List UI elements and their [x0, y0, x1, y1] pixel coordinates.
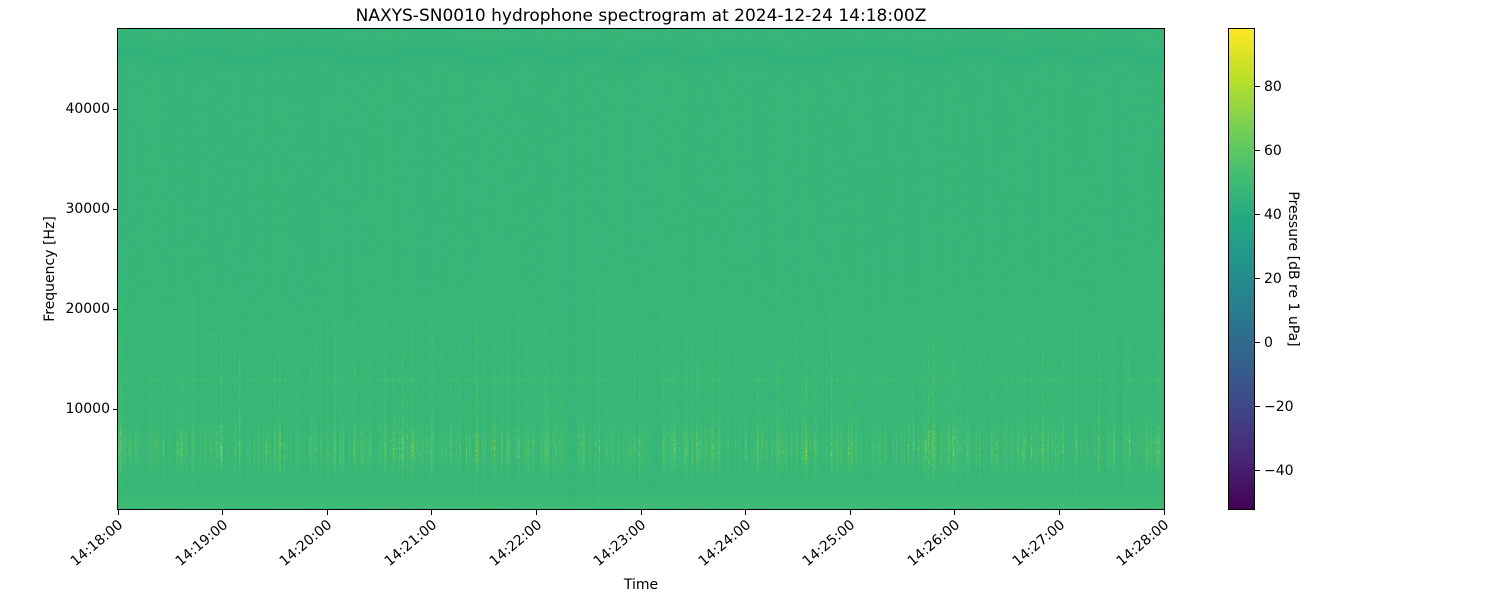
- x-tick-label: 14:25:00: [800, 517, 859, 570]
- x-tick-mark: [222, 510, 224, 515]
- x-tick-mark: [535, 510, 537, 515]
- x-tick-label: 14:28:00: [1113, 517, 1173, 570]
- x-tick-label: 14:21:00: [381, 517, 441, 570]
- x-tick-label: 14:24:00: [695, 517, 754, 570]
- colorbar-tick-mark: [1255, 214, 1260, 216]
- x-tick-mark: [1163, 510, 1165, 515]
- x-tick-label: 14:23:00: [590, 517, 650, 570]
- colorbar-tick-mark: [1255, 278, 1260, 280]
- x-tick-mark: [954, 510, 956, 515]
- y-tick-mark: [113, 408, 118, 410]
- y-axis-label: Frequency [Hz]: [42, 216, 58, 322]
- x-tick-mark: [431, 510, 433, 515]
- y-tick-mark: [113, 108, 118, 110]
- y-tick-label: 40000: [65, 101, 110, 117]
- x-tick-label: 14:26:00: [904, 517, 964, 570]
- x-tick-mark: [745, 510, 747, 515]
- y-tick-mark: [113, 308, 118, 310]
- colorbar-tick-mark: [1255, 470, 1260, 472]
- colorbar-tick-label: 60: [1264, 142, 1282, 159]
- colorbar-tick-mark: [1255, 86, 1260, 88]
- colorbar-tick-mark: [1255, 406, 1260, 408]
- x-tick-label: 14:27:00: [1009, 517, 1068, 570]
- x-tick-mark: [326, 510, 328, 515]
- x-tick-label: 14:20:00: [277, 517, 336, 570]
- y-tick-label: 10000: [65, 401, 110, 417]
- colorbar-tick-label: 80: [1264, 78, 1282, 95]
- x-tick-label: 14:22:00: [486, 517, 545, 570]
- colorbar-tick-label: −20: [1264, 398, 1294, 415]
- colorbar-tick-label: −40: [1264, 462, 1294, 479]
- x-tick-label: 14:18:00: [67, 517, 127, 570]
- chart-title: NAXYS-SN0010 hydrophone spectrogram at 2…: [355, 6, 927, 26]
- y-tick-mark: [113, 208, 118, 210]
- colorbar-tick-mark: [1255, 150, 1260, 152]
- y-tick-label: 30000: [65, 201, 110, 217]
- colorbar-tick-label: 0: [1264, 334, 1273, 351]
- spectrogram-heatmap: [117, 28, 1165, 510]
- x-tick-mark: [849, 510, 851, 515]
- x-tick-mark: [1058, 510, 1060, 515]
- x-tick-label: 14:19:00: [172, 517, 231, 570]
- colorbar-tick-mark: [1255, 342, 1260, 344]
- y-tick-label: 20000: [65, 301, 110, 317]
- x-axis-label: Time: [623, 577, 659, 593]
- x-tick-mark: [117, 510, 119, 515]
- colorbar: [1228, 28, 1255, 510]
- colorbar-tick-label: 20: [1264, 270, 1282, 287]
- x-tick-mark: [640, 510, 642, 515]
- colorbar-tick-label: 40: [1264, 206, 1282, 223]
- spectrogram-figure: NAXYS-SN0010 hydrophone spectrogram at 2…: [0, 0, 1500, 600]
